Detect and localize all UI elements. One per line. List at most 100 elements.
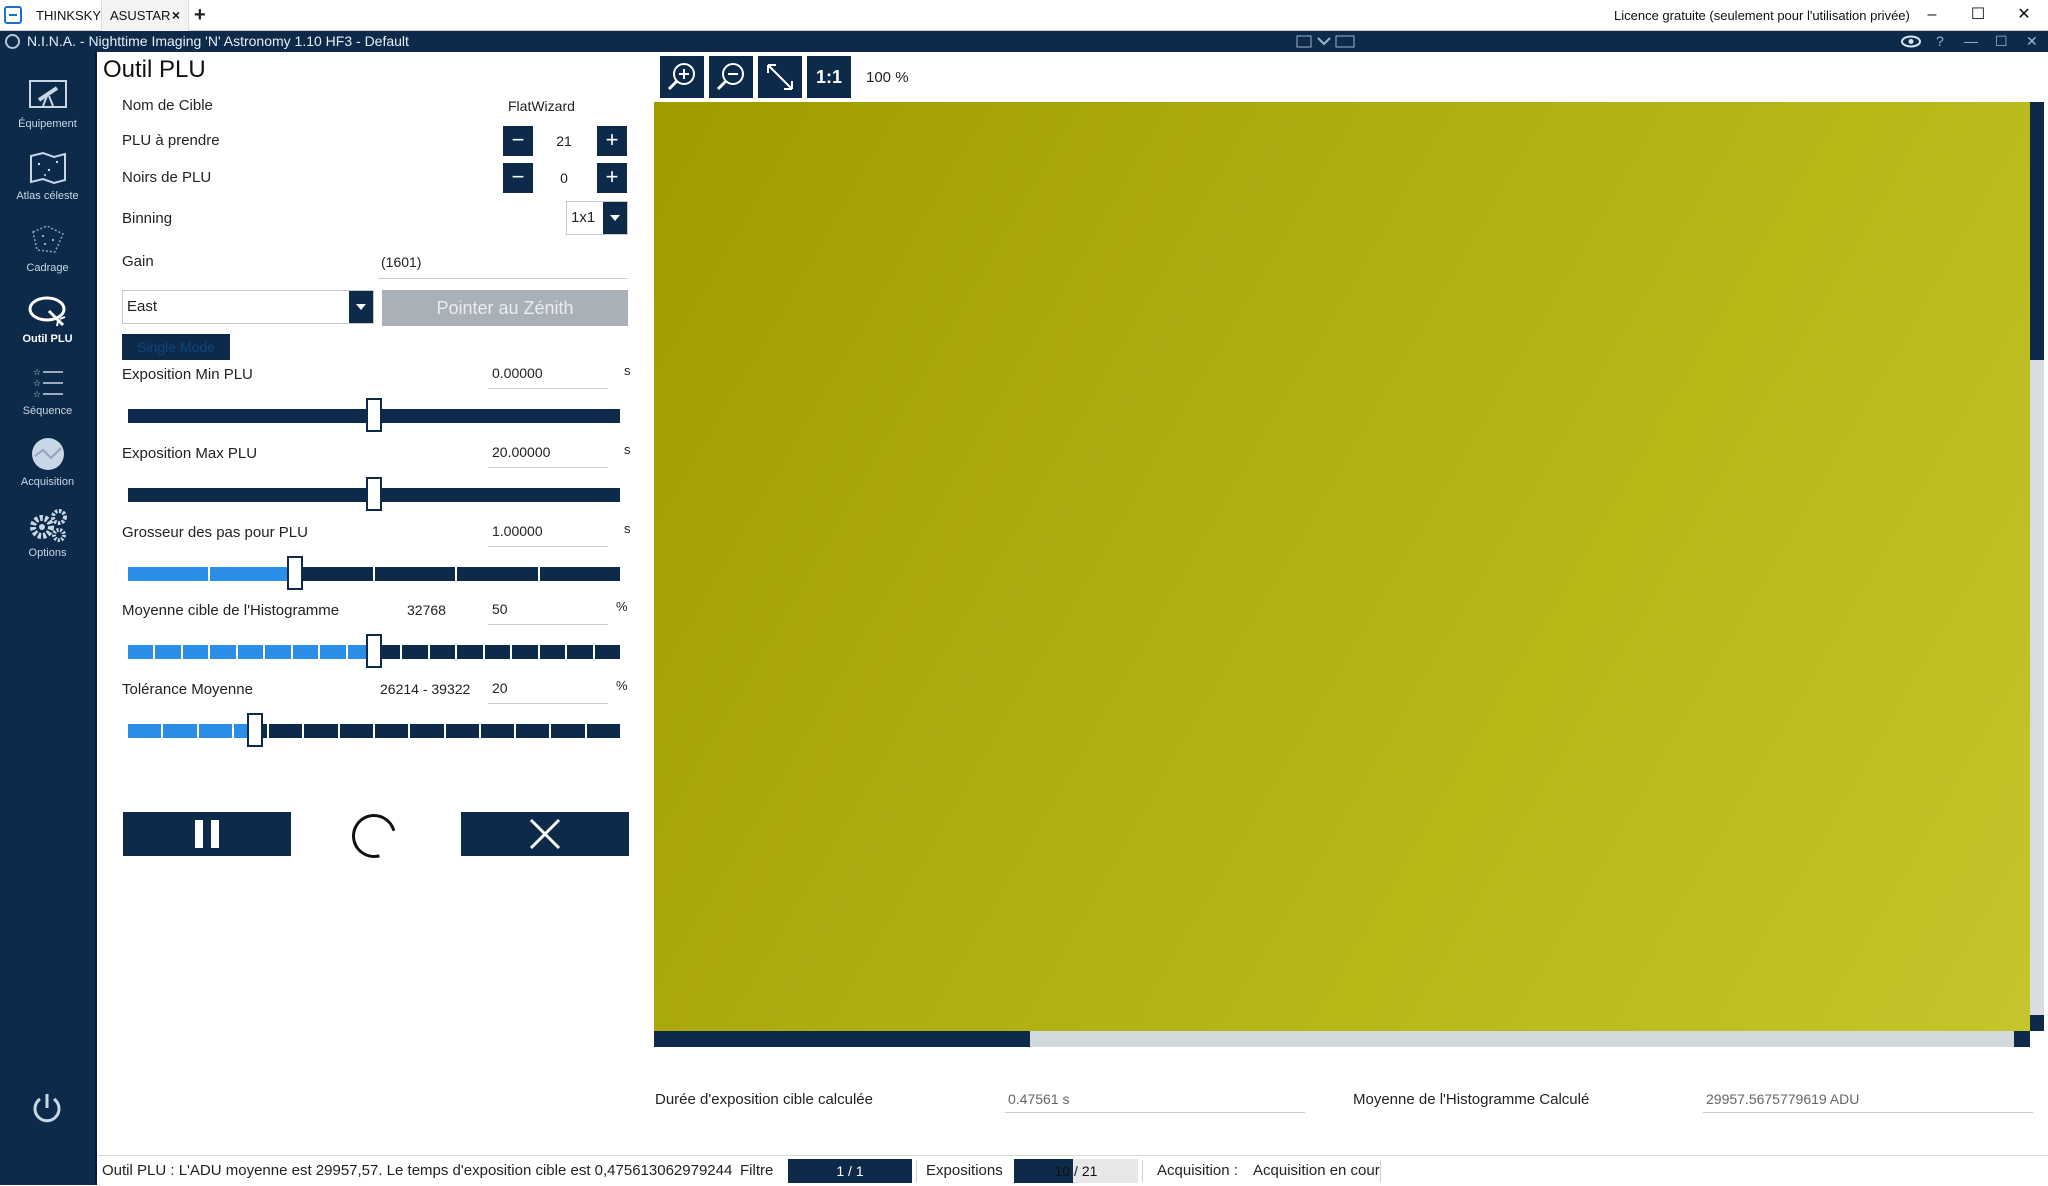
- exp-max-label: Exposition Max PLU: [122, 445, 258, 462]
- hist-mean-value[interactable]: 50: [492, 601, 508, 617]
- nav-equipment[interactable]: Équipement: [0, 68, 95, 138]
- gain-value[interactable]: (1601): [381, 254, 421, 270]
- minimize-button[interactable]: –: [1912, 0, 1952, 31]
- darks-increment-button[interactable]: +: [597, 163, 627, 193]
- zoom-in-button[interactable]: [660, 56, 704, 98]
- slider-tick: [126, 409, 128, 423]
- tolerance-underline: [488, 703, 608, 704]
- slider-tick: [126, 724, 128, 738]
- remote-app-icon: [4, 6, 22, 24]
- layout-controls-icon[interactable]: [1296, 33, 1358, 50]
- slider-tick: [291, 645, 293, 659]
- slider-tick: [346, 645, 348, 659]
- hist-mean-label: Moyenne cible de l'Histogramme: [122, 602, 340, 619]
- hist-mean-adu: 32768: [407, 602, 446, 618]
- eye-icon[interactable]: [1900, 34, 1922, 49]
- slider-tick: [181, 645, 183, 659]
- step-size-slider[interactable]: [126, 556, 622, 590]
- exposures-progress: 10 / 21: [1014, 1159, 1138, 1183]
- nav-framing[interactable]: Cadrage: [0, 212, 95, 282]
- tolerance-value[interactable]: 20: [492, 680, 508, 696]
- nav-label: Équipement: [18, 118, 77, 130]
- exp-max-value[interactable]: 20.00000: [492, 444, 550, 460]
- nav-options[interactable]: Options: [0, 497, 95, 567]
- image-toolbar: 1:1 100 %: [654, 52, 2048, 102]
- hist-mean-slider[interactable]: [126, 634, 622, 668]
- slider-thumb[interactable]: [247, 713, 263, 747]
- maximize-button[interactable]: ☐: [1958, 0, 1998, 31]
- cancel-button[interactable]: [461, 812, 629, 856]
- help-icon[interactable]: ?: [1936, 31, 1944, 52]
- chevron-down-icon: [603, 202, 627, 234]
- slider-tick: [373, 724, 375, 738]
- darks-decrement-button[interactable]: −: [503, 163, 533, 193]
- slider-thumb[interactable]: [366, 634, 382, 668]
- divider: [916, 1160, 917, 1182]
- scrollbar-thumb[interactable]: [654, 1031, 1030, 1047]
- nav-label: Outil PLU: [22, 333, 73, 345]
- calc-hist-value: 29957.5675779619 ADU: [1706, 1091, 1860, 1107]
- close-window-button[interactable]: ✕: [2004, 0, 2044, 31]
- slider-tick: [267, 724, 269, 738]
- close-tab-icon[interactable]: ×: [172, 0, 180, 31]
- step-size-value[interactable]: 1.00000: [492, 523, 543, 539]
- exp-min-slider[interactable]: [126, 398, 622, 432]
- flats-count-value[interactable]: 21: [539, 126, 589, 156]
- direction-select[interactable]: East: [122, 290, 374, 324]
- fit-to-screen-button[interactable]: [758, 56, 802, 98]
- binning-select[interactable]: 1x1: [566, 201, 628, 235]
- exp-max-slider[interactable]: [126, 477, 622, 511]
- dark-flats-label: Noirs de PLU: [122, 169, 212, 186]
- licence-text: Licence gratuite (seulement pour l'utili…: [1614, 8, 1910, 23]
- exp-min-underline: [488, 388, 608, 389]
- tolerance-slider[interactable]: [126, 713, 622, 747]
- tab-thinksky[interactable]: THINKSKY: [28, 0, 101, 31]
- nav-flat-wizard[interactable]: Outil PLU: [0, 283, 95, 353]
- flats-increment-button[interactable]: +: [597, 126, 627, 156]
- slider-tick: [153, 645, 155, 659]
- target-name-label: Nom de Cible: [122, 97, 213, 114]
- calc-exposure-value: 0.47561 s: [1008, 1091, 1070, 1107]
- tab-label: ASUSTAR: [110, 8, 171, 23]
- tab-asustar[interactable]: ASUSTAR ×: [101, 0, 189, 31]
- nav-sequence[interactable]: ☆ ☆ ☆ Séquence: [0, 355, 95, 425]
- one-to-one-button[interactable]: 1:1: [807, 56, 851, 98]
- slider-tick: [620, 567, 622, 581]
- zoom-out-button[interactable]: [709, 56, 753, 98]
- scrollbar-thumb[interactable]: [2030, 102, 2044, 360]
- slider-fill: [126, 645, 374, 659]
- slider-tick: [197, 724, 199, 738]
- new-tab-button[interactable]: +: [194, 0, 206, 31]
- slider-tick: [126, 488, 128, 502]
- binning-label: Binning: [122, 210, 173, 227]
- exposures-progress-text: 10 / 21: [1054, 1163, 1098, 1179]
- target-name-value[interactable]: FlatWizard: [508, 98, 575, 114]
- app-maximize-icon[interactable]: ☐: [1995, 31, 2008, 52]
- app-minimize-icon[interactable]: —: [1964, 31, 1978, 52]
- exp-min-value[interactable]: 0.00000: [492, 365, 543, 381]
- slider-fill: [126, 567, 295, 581]
- nav-sky-atlas[interactable]: Atlas céleste: [0, 140, 95, 210]
- slider-tick: [373, 567, 375, 581]
- pause-button[interactable]: [123, 812, 291, 856]
- nav-imaging[interactable]: Acquisition: [0, 426, 95, 496]
- flat-frame-image[interactable]: [654, 102, 2030, 1031]
- acquisition-value: Acquisition en cour: [1253, 1162, 1380, 1179]
- single-mode-toggle[interactable]: Single Mode: [122, 334, 230, 360]
- horizontal-scrollbar[interactable]: [654, 1031, 2030, 1047]
- slider-tick: [549, 724, 551, 738]
- power-icon[interactable]: [30, 1091, 64, 1125]
- scroll-right-icon[interactable]: [2014, 1031, 2030, 1047]
- slider-thumb[interactable]: [366, 398, 382, 432]
- point-zenith-button[interactable]: Pointer au Zénith: [382, 290, 628, 326]
- flats-decrement-button[interactable]: −: [503, 126, 533, 156]
- nav-label: Options: [28, 547, 67, 559]
- slider-thumb[interactable]: [366, 477, 382, 511]
- slider-thumb[interactable]: [287, 556, 303, 590]
- chevron-down-icon: [349, 291, 373, 323]
- slider-tick: [585, 724, 587, 738]
- app-close-icon[interactable]: ✕: [2026, 31, 2038, 52]
- dark-flats-value[interactable]: 0: [539, 163, 589, 193]
- scroll-down-icon[interactable]: [2030, 1015, 2044, 1031]
- vertical-scrollbar[interactable]: [2030, 102, 2044, 1031]
